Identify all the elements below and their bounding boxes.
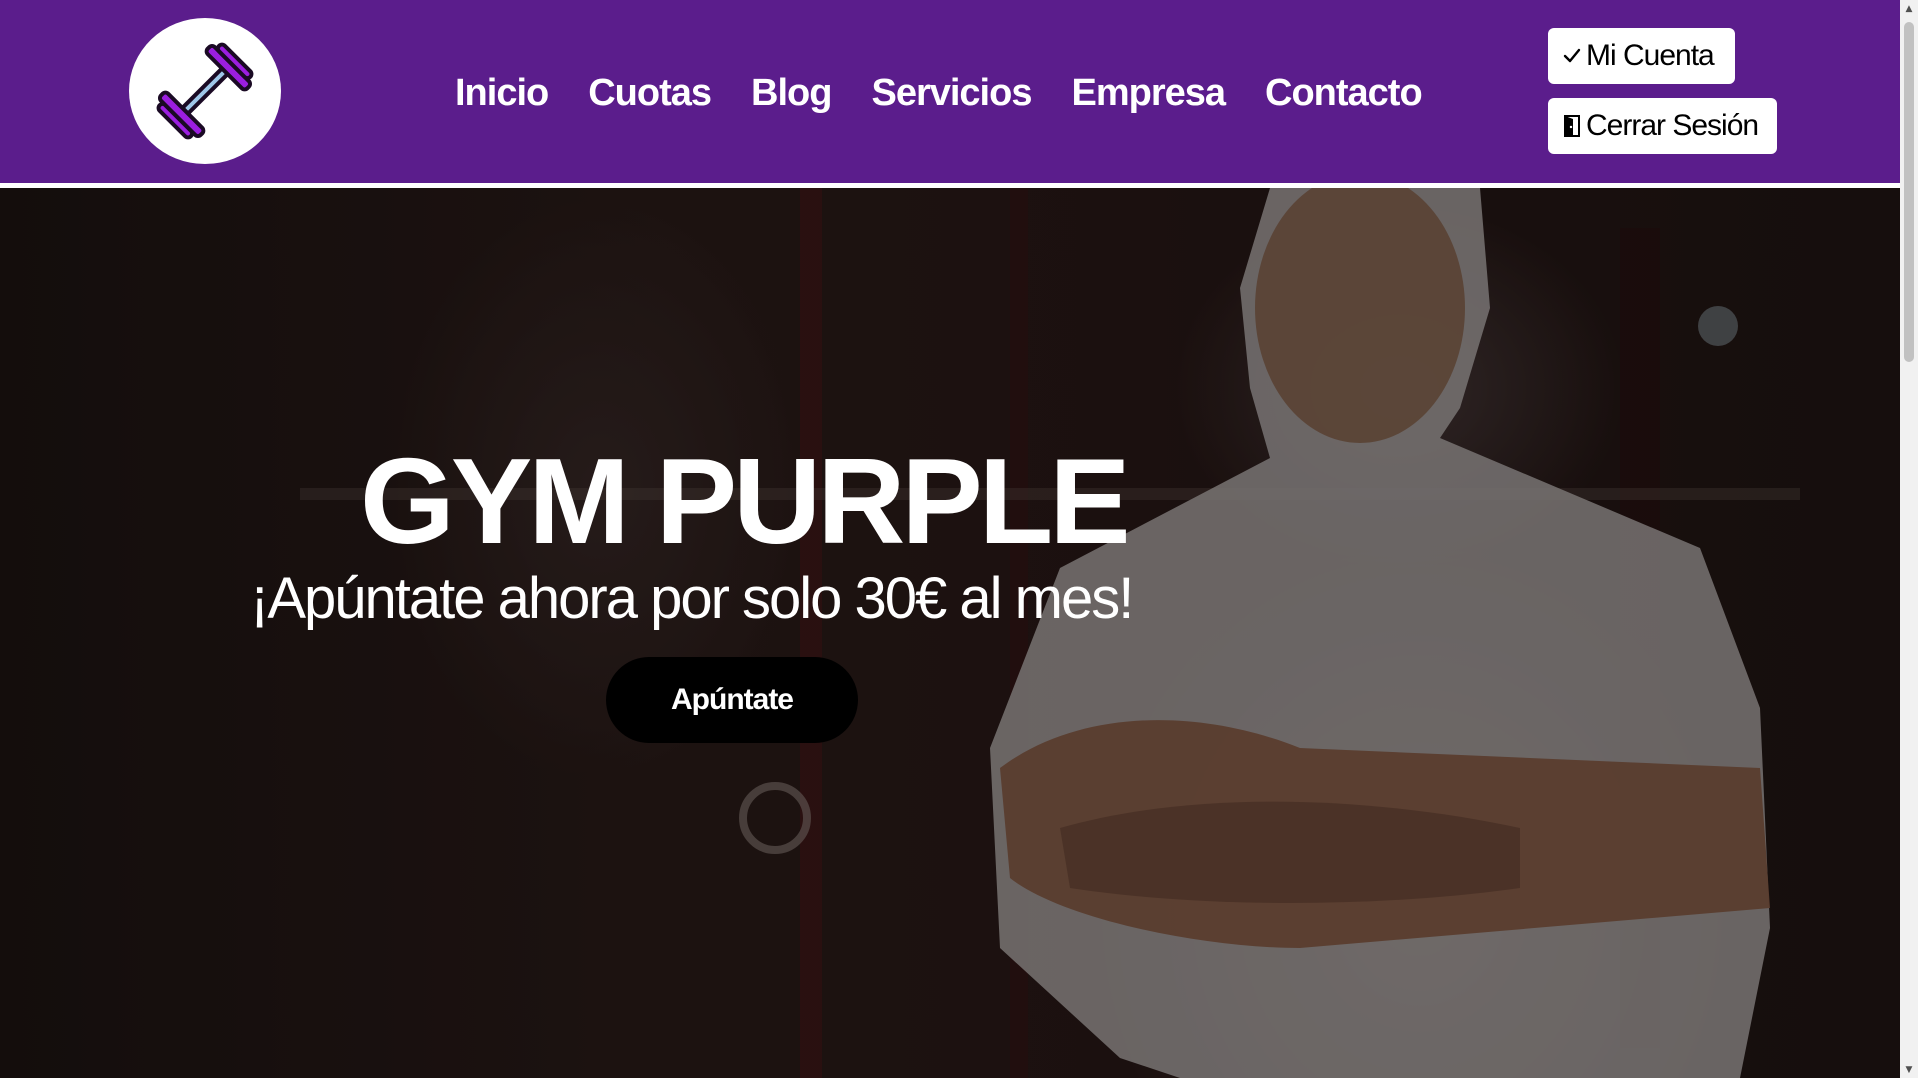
nav-item-servicios[interactable]: Servicios	[871, 72, 1032, 115]
site-header: Inicio Cuotas Blog Servicios Empresa Con…	[0, 0, 1900, 183]
scroll-down-arrow-icon[interactable]: ▼	[1900, 1061, 1918, 1078]
scroll-up-arrow-icon[interactable]: ▲	[1900, 0, 1918, 17]
nav-item-inicio[interactable]: Inicio	[455, 72, 549, 115]
nav-item-empresa[interactable]: Empresa	[1071, 72, 1226, 115]
my-account-label: Mi Cuenta	[1586, 39, 1715, 72]
main-nav: Inicio Cuotas Blog Servicios Empresa Con…	[455, 68, 1423, 118]
nav-item-contacto[interactable]: Contacto	[1265, 72, 1423, 115]
dumbbell-icon	[156, 42, 254, 140]
scrollbar-thumb[interactable]	[1904, 22, 1914, 362]
hero-banner: GYM PURPLE ¡Apúntate ahora por solo 30€ …	[0, 188, 1900, 1078]
hero-overlay	[0, 188, 1900, 1078]
check-icon	[1563, 48, 1581, 63]
nav-item-blog[interactable]: Blog	[751, 72, 832, 115]
nav-item-cuotas[interactable]: Cuotas	[588, 72, 712, 115]
hero-subtitle: ¡Apúntate ahora por solo 30€ al mes!	[250, 566, 1134, 631]
logout-label: Cerrar Sesión	[1586, 109, 1759, 142]
page: Inicio Cuotas Blog Servicios Empresa Con…	[0, 0, 1900, 1078]
door-icon	[1564, 115, 1580, 137]
logout-button[interactable]: Cerrar Sesión	[1548, 98, 1777, 154]
my-account-button[interactable]: Mi Cuenta	[1548, 28, 1735, 84]
page-scrollbar[interactable]: ▲ ▼	[1900, 0, 1918, 1078]
signup-cta-button[interactable]: Apúntate	[606, 657, 858, 743]
site-logo[interactable]	[129, 18, 281, 164]
hero-title: GYM PURPLE	[360, 433, 1131, 569]
